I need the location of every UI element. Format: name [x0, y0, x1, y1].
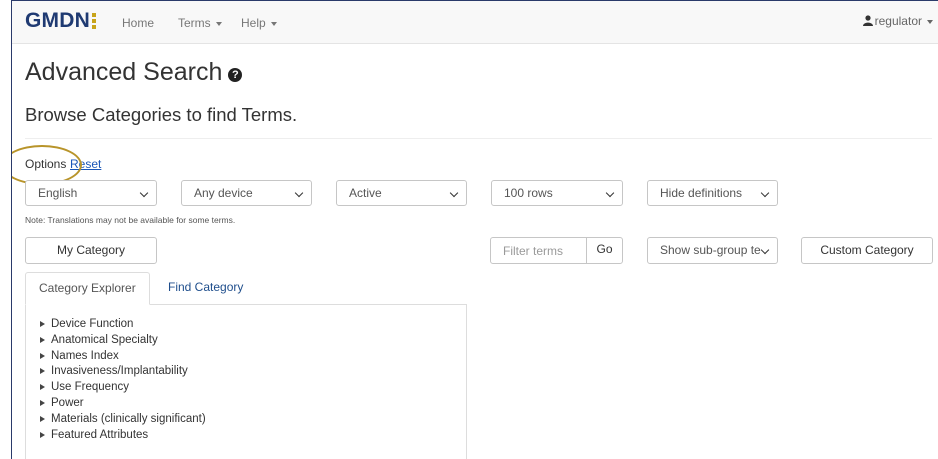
nav-home[interactable]: Home: [122, 16, 154, 30]
rows-select-value: 100 rows: [504, 186, 553, 200]
custom-category-button[interactable]: Custom Category: [801, 237, 933, 264]
device-type-select[interactable]: Any device: [181, 180, 312, 206]
tree-item-label: Power: [51, 396, 84, 409]
chevron-down-icon: [760, 245, 770, 255]
navbar: GMDN Home Terms Help regulator: [12, 1, 938, 44]
caret-right-icon: [40, 415, 45, 422]
tree-item-label: Names Index: [51, 349, 119, 362]
tree-item[interactable]: Invasiveness/Implantability: [40, 364, 206, 380]
device-type-select-value: Any device: [194, 186, 253, 200]
user-menu[interactable]: regulator: [862, 14, 933, 28]
my-category-button[interactable]: My Category: [25, 237, 157, 264]
caret-right-icon: [40, 399, 45, 406]
nav-home-label: Home: [122, 16, 155, 30]
tree-item-label: Anatomical Specialty: [51, 333, 158, 346]
tree-item[interactable]: Anatomical Specialty: [40, 333, 206, 349]
go-button[interactable]: Go: [586, 237, 622, 264]
nav-terms-label: Terms: [178, 16, 211, 30]
category-tree: Device Function Anatomical Specialty Nam…: [40, 317, 206, 443]
language-select[interactable]: English: [25, 180, 157, 206]
gmdn-logo[interactable]: GMDN: [25, 9, 98, 33]
question-circle-icon[interactable]: ?: [228, 68, 243, 82]
tree-item[interactable]: Featured Attributes: [40, 428, 206, 444]
tab-find-category[interactable]: Find Category: [155, 272, 256, 305]
chevron-down-icon: [294, 188, 304, 198]
caret-right-icon: [40, 336, 45, 343]
nav-terms[interactable]: Terms: [178, 16, 222, 30]
subgroup-select[interactable]: Show sub-group te: [647, 237, 778, 264]
tree-item-label: Materials (clinically significant): [51, 412, 206, 425]
filter-terms-input[interactable]: Filter terms: [503, 244, 563, 258]
app-frame: GMDN Home Terms Help regulator Advanced …: [11, 0, 938, 459]
nav-help[interactable]: Help: [241, 16, 277, 30]
page-subtitle: Browse Categories to find Terms.: [25, 104, 298, 125]
divider: [25, 138, 932, 139]
user-label: regulator: [874, 14, 922, 28]
tree-item-label: Device Function: [51, 318, 134, 330]
tree-item-label: Featured Attributes: [51, 428, 149, 441]
chevron-down-icon: [760, 188, 770, 198]
nav-help-label: Help: [241, 16, 266, 30]
chevron-down-icon: [139, 188, 149, 198]
language-select-value: English: [38, 186, 78, 200]
tab-category-explorer[interactable]: Category Explorer: [25, 272, 150, 305]
definitions-select-value: Hide definitions: [660, 186, 743, 200]
tree-item-label: Invasiveness/Implantability: [51, 365, 188, 378]
user-icon: [862, 15, 873, 26]
logo-dots-icon: [91, 13, 98, 31]
tree-item[interactable]: Device Function: [40, 317, 206, 333]
highlight-circle: [12, 145, 82, 185]
chevron-down-icon: [449, 188, 459, 198]
caret-down-icon: [270, 21, 277, 26]
chevron-down-icon: [605, 188, 615, 198]
status-select[interactable]: Active: [336, 180, 467, 206]
rows-select[interactable]: 100 rows: [491, 180, 623, 206]
caret-down-icon: [215, 21, 222, 26]
definitions-select[interactable]: Hide definitions: [647, 180, 778, 206]
caret-down-icon: [927, 19, 933, 24]
logo-text: GMDN: [25, 9, 90, 32]
filter-terms-group: Filter terms Go: [490, 237, 623, 264]
page-title-text: Advanced Search: [25, 58, 223, 86]
category-tabs: Category Explorer Find Category: [25, 272, 467, 306]
tree-item[interactable]: Materials (clinically significant): [40, 412, 206, 428]
status-select-value: Active: [349, 186, 382, 200]
caret-right-icon: [40, 321, 45, 327]
subgroup-select-value: Show sub-group te: [660, 243, 761, 257]
caret-right-icon: [40, 384, 45, 391]
tree-item-label: Use Frequency: [51, 381, 129, 394]
page-title: Advanced Search?: [25, 58, 243, 87]
caret-right-icon: [40, 368, 45, 375]
tree-item[interactable]: Power: [40, 396, 206, 412]
tree-item[interactable]: Use Frequency: [40, 380, 206, 396]
translation-note: Note: Translations may not be available …: [25, 215, 236, 225]
tree-item[interactable]: Names Index: [40, 349, 206, 365]
caret-right-icon: [40, 352, 45, 359]
caret-right-icon: [40, 431, 45, 438]
